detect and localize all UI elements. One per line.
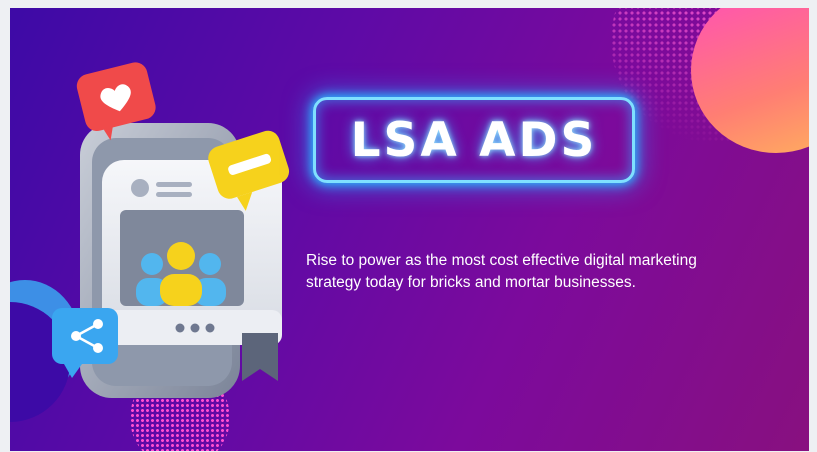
phone-illustration-icon [52,62,290,398]
neon-title-frame: LSA ADS [313,97,635,183]
promo-banner: LSA ADS Rise to power as the most cost e… [10,8,809,451]
description-text: Rise to power as the most cost effective… [306,252,697,291]
bookmark-icon [242,333,278,381]
page-title: LSA ADS [350,112,598,168]
